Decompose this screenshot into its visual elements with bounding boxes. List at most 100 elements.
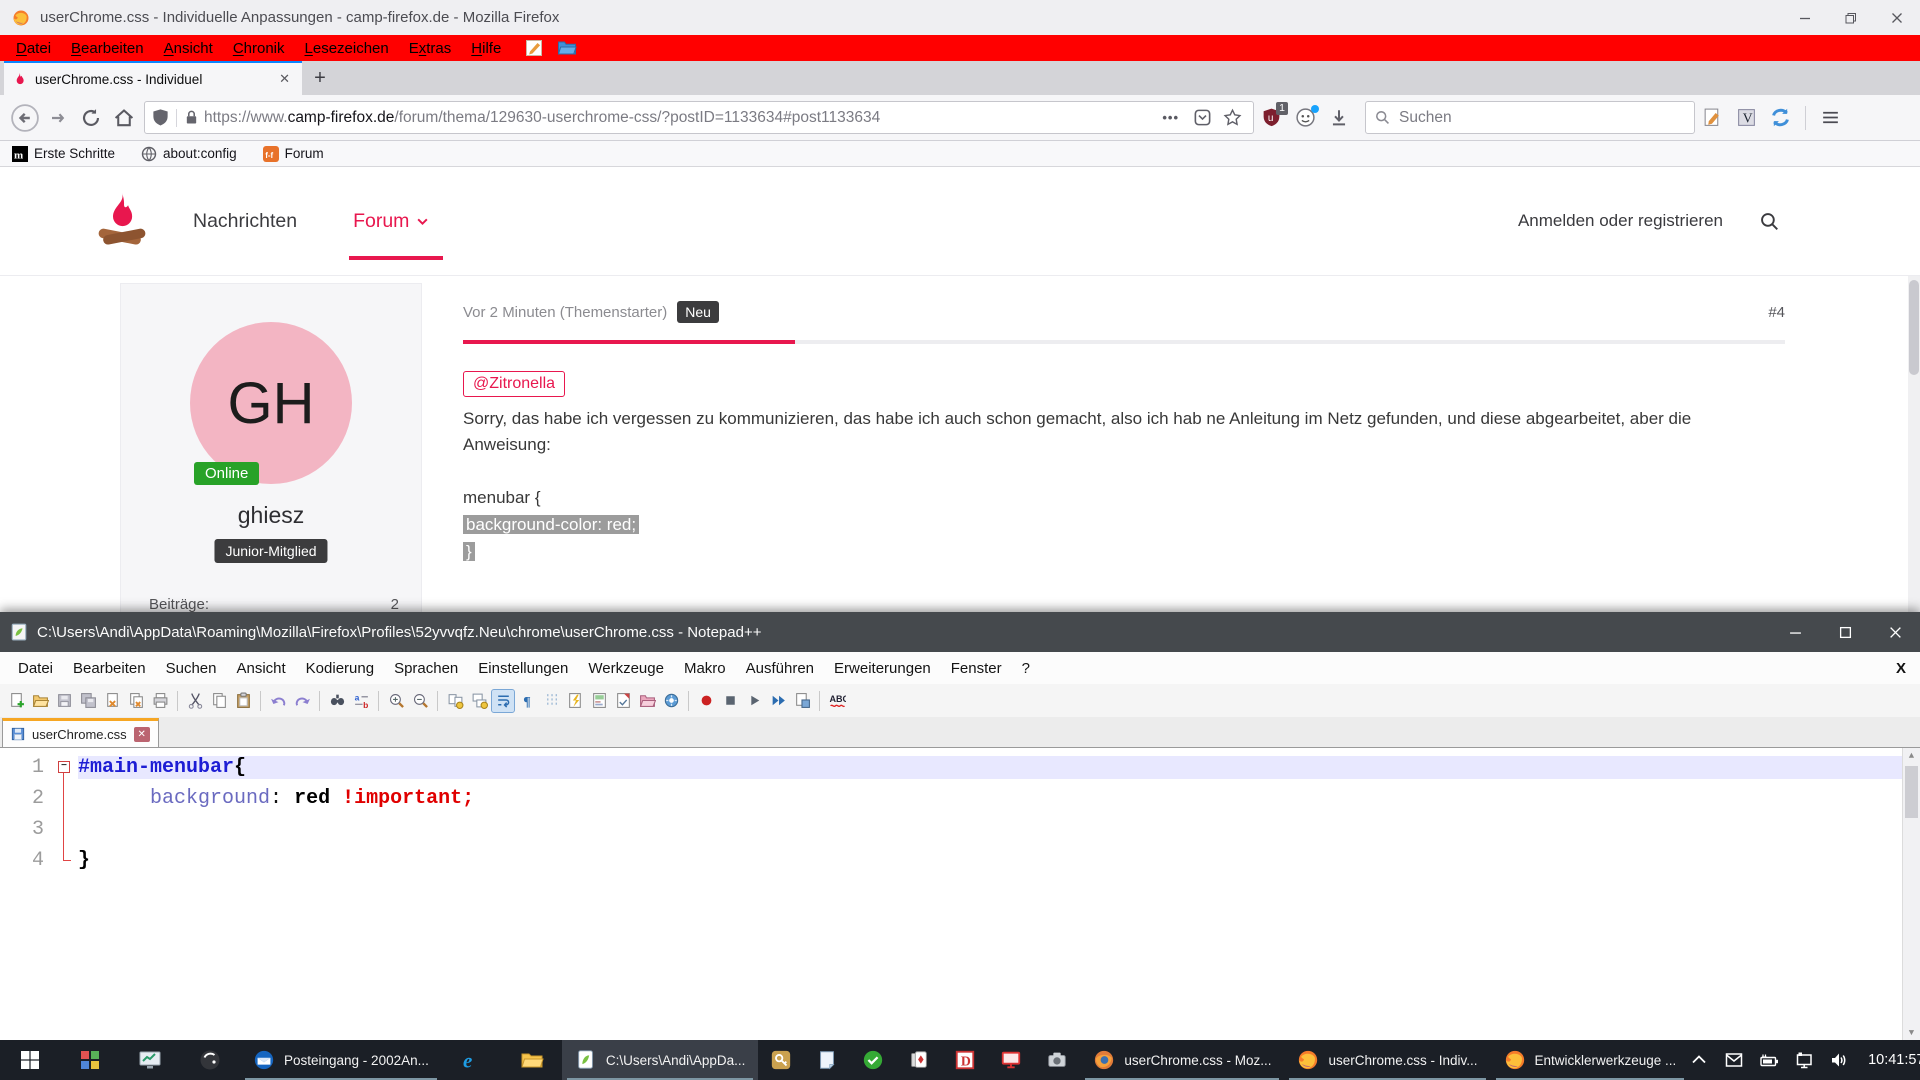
- back-button[interactable]: [8, 101, 41, 134]
- close-icon[interactable]: [101, 690, 123, 712]
- macro-save-icon[interactable]: [791, 690, 813, 712]
- search-bar[interactable]: Suchen: [1365, 101, 1695, 134]
- pocket-icon[interactable]: [1187, 103, 1217, 133]
- editor-line[interactable]: 1−#main-menubar{: [0, 752, 1920, 783]
- post-timestamp[interactable]: Vor 2 Minuten (Themenstarter): [463, 304, 667, 321]
- taskbar-clock[interactable]: 10:41:57: [1864, 1052, 1920, 1068]
- firefox-titlebar[interactable]: userChrome.css - Individuelle Anpassunge…: [0, 0, 1920, 35]
- ghostery-extension-icon[interactable]: [1288, 101, 1322, 135]
- hamburger-menu-icon[interactable]: [1814, 101, 1847, 134]
- document-tab[interactable]: userChrome.css ✕: [2, 718, 159, 747]
- pinned-edge[interactable]: e: [442, 1040, 502, 1080]
- battery-tray-icon[interactable]: [1759, 1050, 1779, 1070]
- macro-record-icon[interactable]: [695, 690, 717, 712]
- document-tab-close-icon[interactable]: ✕: [134, 727, 150, 742]
- taskbar-firefox-old[interactable]: userChrome.css - Moz...: [1080, 1040, 1284, 1080]
- npp-menu-suchen[interactable]: Suchen: [156, 660, 227, 677]
- avatar[interactable]: GH: [190, 322, 352, 484]
- replace-icon[interactable]: ab: [350, 690, 372, 712]
- open-icon[interactable]: [29, 690, 51, 712]
- pinned-notes[interactable]: [804, 1040, 850, 1080]
- menubar-item-ansicht[interactable]: Ansicht: [154, 40, 223, 57]
- npp-menu-makro[interactable]: Makro: [674, 660, 736, 677]
- function-list-icon[interactable]: [564, 690, 586, 712]
- sync-h-icon[interactable]: [468, 690, 490, 712]
- npp-menu-datei[interactable]: Datei: [8, 660, 63, 677]
- menubar-item-hilfe[interactable]: Hilfe: [461, 40, 511, 57]
- post-number[interactable]: #4: [1768, 304, 1785, 321]
- new-tab-button[interactable]: +: [302, 61, 338, 95]
- code-text[interactable]: #main-menubar{: [78, 756, 1920, 779]
- taskbar-devtools[interactable]: Entwicklerwerkzeuge ...: [1491, 1040, 1690, 1080]
- v-extension-icon[interactable]: V: [1729, 101, 1763, 135]
- ublock-extension-icon[interactable]: u 1: [1254, 101, 1288, 135]
- pinned-colorful-app[interactable]: [60, 1040, 120, 1080]
- username[interactable]: ghiesz: [121, 502, 421, 529]
- minimize-icon[interactable]: [1782, 0, 1828, 35]
- user-mention[interactable]: @Zitronella: [463, 371, 565, 397]
- editor-scrollbar-thumb[interactable]: [1905, 766, 1918, 818]
- editor-line[interactable]: 2 background: red !important;: [0, 783, 1920, 814]
- copy-icon[interactable]: [208, 690, 230, 712]
- lock-icon[interactable]: [183, 109, 200, 126]
- site-search-icon[interactable]: [1759, 211, 1780, 232]
- menubar-item-lesezeichen[interactable]: Lesezeichen: [295, 40, 399, 57]
- nav-nachrichten[interactable]: Nachrichten: [193, 210, 297, 233]
- page-actions-icon[interactable]: •••: [1162, 110, 1179, 125]
- pinned-cards[interactable]: [896, 1040, 942, 1080]
- bookmark-forum[interactable]: f-f Forum: [263, 146, 324, 162]
- campfire-logo[interactable]: [95, 191, 149, 251]
- pinned-d-tool[interactable]: D: [942, 1040, 988, 1080]
- mail-tray-icon[interactable]: [1724, 1050, 1744, 1070]
- notes-extension-icon[interactable]: [525, 39, 543, 57]
- taskbar-thunderbird[interactable]: Posteingang - 2002An...: [240, 1040, 442, 1080]
- doc-map-icon[interactable]: [588, 690, 610, 712]
- pinned-red-monitor[interactable]: [988, 1040, 1034, 1080]
- npp-menu-erweiterungen[interactable]: Erweiterungen: [824, 660, 941, 677]
- volume-tray-icon[interactable]: [1829, 1050, 1849, 1070]
- sync-v-icon[interactable]: [444, 690, 466, 712]
- menubar-item-datei[interactable]: Datei: [6, 40, 61, 57]
- fold-collapse-icon[interactable]: −: [58, 761, 70, 773]
- monitor-icon[interactable]: [660, 690, 682, 712]
- find-icon[interactable]: [326, 690, 348, 712]
- npp-minimize-icon[interactable]: [1770, 612, 1820, 652]
- notes-toolbar-icon[interactable]: [1695, 101, 1729, 135]
- taskbar-notepadpp[interactable]: C:\Users\Andi\AppDa...: [562, 1040, 759, 1080]
- editor-line[interactable]: 4}: [0, 845, 1920, 876]
- pinned-camera[interactable]: [1034, 1040, 1080, 1080]
- pinned-antivirus[interactable]: [850, 1040, 896, 1080]
- macro-run-multi-icon[interactable]: [767, 690, 789, 712]
- npp-close-icon[interactable]: [1870, 612, 1920, 652]
- restore-icon[interactable]: [1828, 0, 1874, 35]
- cut-icon[interactable]: [184, 690, 206, 712]
- bookmark-star-icon[interactable]: [1217, 103, 1247, 133]
- pinned-dark-app[interactable]: [180, 1040, 240, 1080]
- save-icon[interactable]: [53, 690, 75, 712]
- editor-scrollbar[interactable]: ▲ ▼: [1902, 748, 1920, 1041]
- sync-extension-icon[interactable]: [1763, 101, 1797, 135]
- nav-forum[interactable]: Forum: [353, 210, 429, 233]
- new-icon[interactable]: [5, 690, 27, 712]
- reload-button[interactable]: [74, 101, 107, 134]
- pinned-keepass[interactable]: [758, 1040, 804, 1080]
- code-editor[interactable]: 1−#main-menubar{2 background: red !impor…: [0, 748, 1920, 1041]
- tab-close-icon[interactable]: ✕: [275, 69, 294, 89]
- forward-button[interactable]: [41, 101, 74, 134]
- network-tray-icon[interactable]: [1794, 1050, 1814, 1070]
- scroll-up-arrow[interactable]: ▲: [1903, 748, 1920, 764]
- save-all-icon[interactable]: [77, 690, 99, 712]
- npp-menu-fenster[interactable]: Fenster: [941, 660, 1012, 677]
- macro-stop-icon[interactable]: [719, 690, 741, 712]
- taskbar-firefox[interactable]: userChrome.css - Indiv...: [1284, 1040, 1490, 1080]
- close-all-icon[interactable]: [125, 690, 147, 712]
- npp-menu-sprachen[interactable]: Sprachen: [384, 660, 468, 677]
- tracking-shield-icon[interactable]: [151, 108, 170, 127]
- scroll-down-arrow[interactable]: ▼: [1903, 1025, 1920, 1041]
- chevron-tray-icon[interactable]: [1689, 1050, 1709, 1070]
- npp-menu-close-icon[interactable]: X: [1896, 660, 1906, 677]
- show-symbols-icon[interactable]: ¶: [516, 690, 538, 712]
- url-bar[interactable]: https://www.camp-firefox.de/forum/thema/…: [144, 101, 1254, 134]
- pinned-monitor-app[interactable]: [120, 1040, 180, 1080]
- npp-menu-werkzeuge[interactable]: Werkzeuge: [578, 660, 674, 677]
